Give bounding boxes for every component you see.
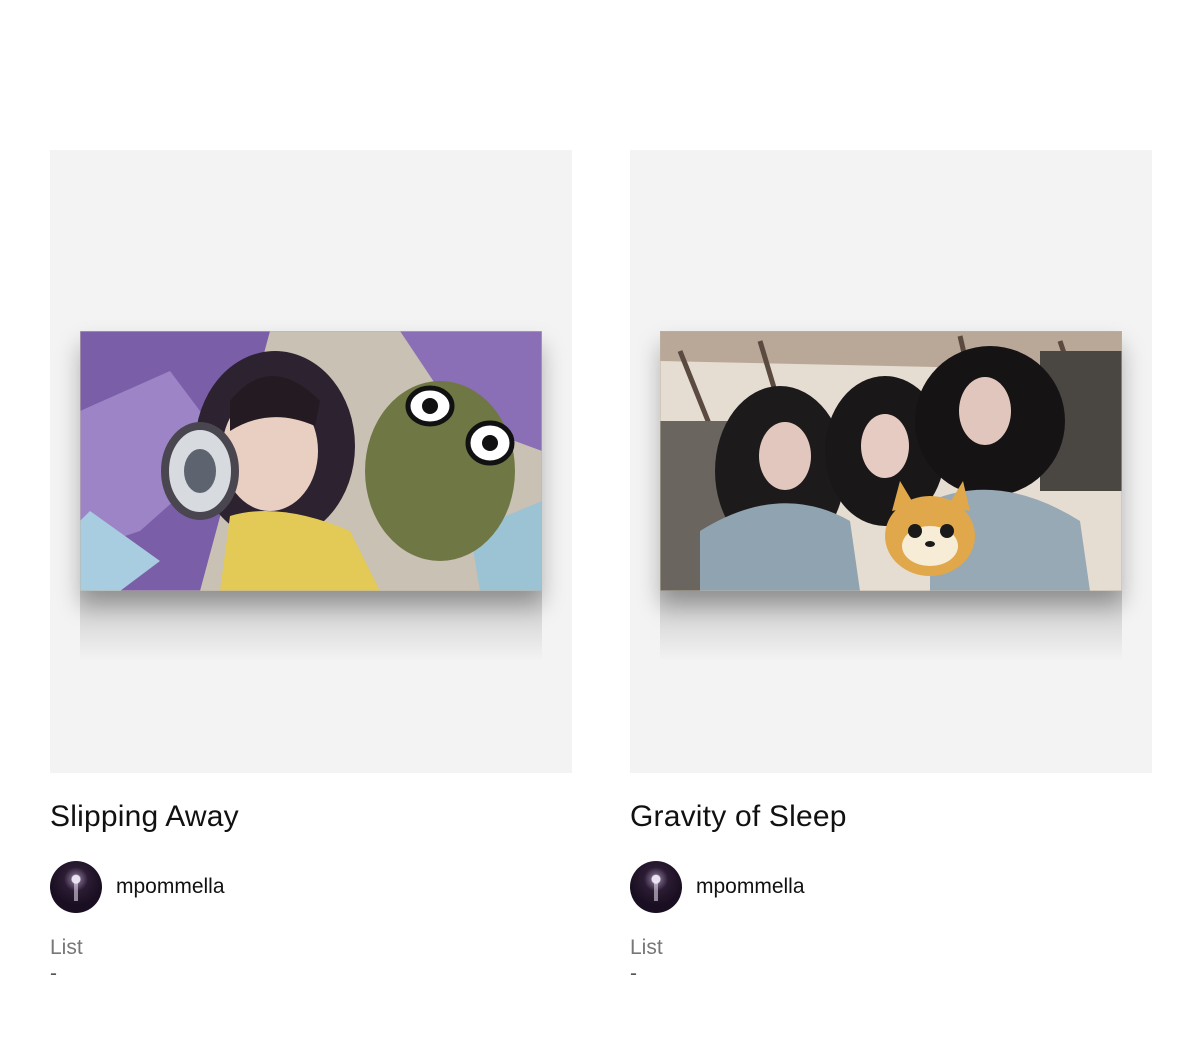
list-value: - [50, 962, 57, 985]
artwork-preview[interactable] [50, 150, 572, 773]
list-label: List [630, 936, 663, 959]
nft-card[interactable]: Gravity of Sleep mpommella List - [630, 150, 1152, 987]
card-title[interactable]: Gravity of Sleep [630, 799, 1152, 835]
creator-row[interactable]: mpommella [50, 861, 572, 913]
avatar[interactable] [630, 861, 682, 913]
creator-row[interactable]: mpommella [630, 861, 1152, 913]
nft-card-grid: Slipping Away mpommella List - Gravity o… [50, 150, 1152, 987]
artwork-image [80, 331, 542, 661]
list-value: - [630, 962, 637, 985]
creator-name[interactable]: mpommella [696, 875, 805, 899]
artwork-preview[interactable] [630, 150, 1152, 773]
avatar[interactable] [50, 861, 102, 913]
nft-card[interactable]: Slipping Away mpommella List - [50, 150, 572, 987]
card-title[interactable]: Slipping Away [50, 799, 572, 835]
creator-name[interactable]: mpommella [116, 875, 225, 899]
artwork-image [660, 331, 1122, 661]
list-label: List [50, 936, 83, 959]
